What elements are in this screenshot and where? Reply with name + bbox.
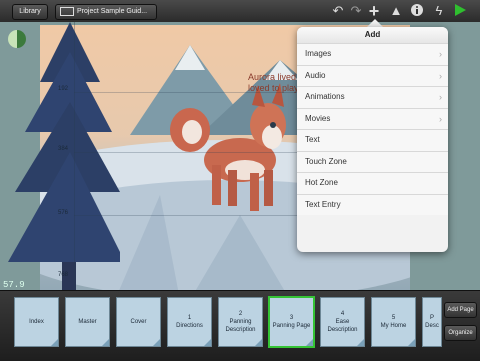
page-thumb-label: Ease Description [327, 319, 358, 333]
menu-item-label: Images [305, 49, 332, 58]
page-fold-icon [255, 339, 262, 346]
info-icon[interactable] [409, 3, 425, 19]
menu-item-animations[interactable]: Animations › [297, 86, 448, 108]
vertical-guide [74, 22, 75, 290]
redo-icon[interactable]: ↷ [348, 3, 364, 19]
page-thumb-index[interactable]: Index [14, 297, 59, 347]
library-button[interactable]: Library [12, 4, 48, 20]
page-thumb-number: 2 [238, 311, 243, 317]
page-thumb-label: Master [78, 319, 97, 325]
page-thumb-5[interactable]: 5 My Home [371, 297, 416, 347]
menu-item-hot-zone[interactable]: Hot Zone [297, 172, 448, 194]
page-thumb-label: Panning Description [225, 319, 256, 333]
project-title: Project Sample Guid... [77, 8, 148, 15]
ruler-label: 192 [58, 86, 69, 92]
page-fold-icon [153, 339, 160, 346]
page-thumb-3[interactable]: 3 Panning Page [268, 296, 315, 348]
page-fold-icon [204, 339, 211, 346]
ruler-label: 384 [58, 146, 69, 152]
menu-item-label: Movies [305, 113, 331, 123]
project-button[interactable]: Project Sample Guid... [55, 4, 157, 20]
page-thumb-label: Directions [176, 323, 203, 329]
menu-item-label: Audio [305, 70, 326, 80]
chevron-right-icon: › [439, 113, 442, 124]
page-fold-icon [51, 339, 58, 346]
page-thumb-label: My Home [380, 323, 407, 329]
undo-icon[interactable]: ↶ [330, 3, 346, 19]
add-popover: Add Images › Audio › Animations › Movies › T… [297, 27, 448, 252]
page-thumb-label: Index [29, 319, 44, 325]
page-fold-icon [102, 339, 109, 346]
add-page-button[interactable]: Add Page [444, 302, 477, 318]
media-icon[interactable]: ▲ [388, 3, 404, 19]
ruler-label: 576 [58, 210, 69, 216]
page-thumb-master[interactable]: Master [65, 297, 110, 347]
book-icon [60, 6, 74, 16]
add-icon[interactable]: + [366, 2, 382, 20]
page-thumb-number: P [429, 315, 434, 321]
page-thumb-2[interactable]: 2 Panning Description [218, 297, 263, 347]
page-thumb-number: 4 [340, 311, 345, 317]
page-fold-icon [408, 339, 415, 346]
menu-item-audio[interactable]: Audio › [297, 64, 448, 86]
page-progress-icon [8, 30, 26, 48]
chevron-right-icon: › [439, 49, 442, 59]
page-thumb-6[interactable]: P Desc [422, 297, 442, 347]
page-fold-icon [306, 339, 313, 346]
page-fold-icon [357, 339, 364, 346]
page-thumb-label: Panning Page [272, 323, 311, 329]
zoom-readout: 57.9 [3, 280, 25, 290]
menu-item-text-entry[interactable]: Text Entry [297, 193, 448, 215]
page-thumb-label: Desc [425, 323, 439, 329]
play-icon[interactable] [452, 3, 468, 19]
menu-item-text[interactable]: Text [297, 129, 448, 151]
menu-item-label: Touch Zone [305, 156, 347, 166]
chevron-right-icon: › [439, 70, 442, 81]
pine-tree-left [8, 22, 120, 290]
menu-item-label: Hot Zone [305, 178, 338, 187]
menu-item-label: Animations [305, 92, 345, 101]
page-thumb-number: 5 [391, 315, 396, 321]
top-toolbar: Library Project Sample Guid... ↶ ↷ + ▲ ϟ [0, 0, 480, 23]
tools-icon[interactable]: ϟ [431, 3, 447, 19]
menu-item-touch-zone[interactable]: Touch Zone [297, 150, 448, 172]
menu-item-movies[interactable]: Movies › [297, 107, 448, 129]
page-strip: Index Master Cover 1 Directions 2 Panning … [0, 290, 480, 361]
ruler-label: 768 [58, 272, 69, 278]
popover-arrow [367, 19, 383, 27]
page-thumb-1[interactable]: 1 Directions [167, 297, 212, 347]
page-thumb-number: 1 [187, 315, 192, 321]
chevron-right-icon: › [439, 92, 442, 102]
page-thumb-label: Cover [130, 319, 147, 325]
organize-button[interactable]: Organize [444, 325, 477, 341]
menu-item-label: Text [305, 135, 320, 144]
popover-title: Add [297, 27, 448, 43]
page-thumb-cover[interactable]: Cover [116, 297, 161, 347]
page-thumb-4[interactable]: 4 Ease Description [320, 297, 365, 347]
page-thumb-number: 3 [289, 315, 294, 321]
menu-item-label: Text Entry [305, 199, 341, 209]
menu-item-images[interactable]: Images › [297, 43, 448, 65]
